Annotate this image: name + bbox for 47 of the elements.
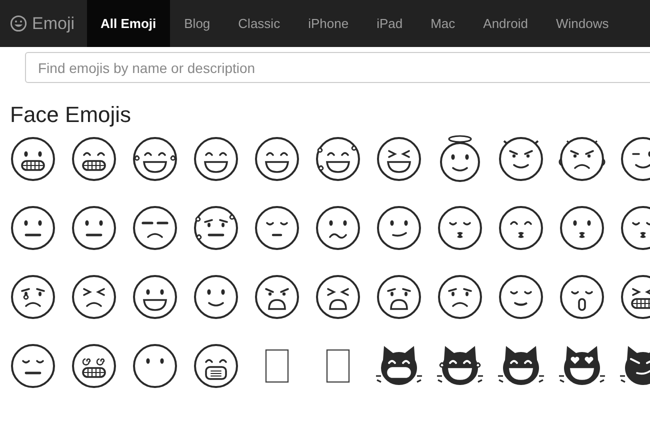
missing-glyph-icon[interactable]	[326, 349, 350, 383]
neutral-face-icon[interactable]	[9, 204, 57, 252]
tired-face-icon[interactable]	[314, 273, 362, 321]
worried-face-icon[interactable]	[192, 204, 240, 252]
nav-tab[interactable]: iPad	[362, 0, 417, 47]
horned-face-icon[interactable]	[497, 135, 545, 183]
kissing-face-icon[interactable]	[497, 204, 545, 252]
nav-tab[interactable]: All Emoji	[86, 0, 170, 47]
tears-of-joy-face-icon[interactable]	[131, 135, 179, 183]
grinning-face-icon[interactable]	[9, 135, 57, 183]
nav-tab[interactable]: Android	[469, 0, 542, 47]
pensive-face-icon[interactable]	[253, 204, 301, 252]
open-mouth-face-icon[interactable]	[131, 273, 179, 321]
nav-tab[interactable]: Mac	[416, 0, 470, 47]
kissing-face-icon[interactable]	[558, 204, 606, 252]
smirking-face-icon[interactable]	[375, 204, 423, 252]
yawning-face-icon[interactable]	[558, 273, 606, 321]
smiling-face-icon[interactable]	[192, 135, 240, 183]
nav-tab[interactable]: Blog	[170, 0, 224, 47]
search-field[interactable]: Find emojis by name or description	[25, 52, 650, 83]
dizzy-face-icon[interactable]	[70, 342, 118, 390]
nav-tab[interactable]: iPhone	[294, 0, 363, 47]
confused-face-icon[interactable]	[314, 204, 362, 252]
nav-tab[interactable]: Windows	[542, 0, 623, 47]
angry-face-icon[interactable]	[253, 273, 301, 321]
squinting-face-icon[interactable]	[70, 273, 118, 321]
smiling-face-icon[interactable]	[253, 135, 301, 183]
kissing-face-icon[interactable]	[436, 204, 484, 252]
smirking-face-icon[interactable]	[192, 273, 240, 321]
anguished-face-icon[interactable]	[375, 273, 423, 321]
horned-face-icon[interactable]	[558, 135, 606, 183]
grimacing-face-icon[interactable]	[70, 135, 118, 183]
sleeping-face-icon[interactable]	[9, 342, 57, 390]
laughing-face-icon[interactable]	[375, 135, 423, 183]
sweating-face-icon[interactable]	[314, 135, 362, 183]
no-mouth-face-icon[interactable]	[131, 342, 179, 390]
mask-face-icon[interactable]	[192, 342, 240, 390]
neutral-face-icon[interactable]	[70, 204, 118, 252]
smiley-icon	[10, 15, 27, 32]
nav-tab[interactable]: Classic	[224, 0, 294, 47]
crying-face-icon[interactable]	[9, 273, 57, 321]
section-heading: Face Emojis	[10, 101, 132, 129]
unamused-face-icon[interactable]	[131, 204, 179, 252]
missing-glyph-icon[interactable]	[265, 349, 289, 383]
logo-link[interactable]: Emoji	[0, 0, 87, 47]
worried-face-icon[interactable]	[436, 273, 484, 321]
relieved-face-icon[interactable]	[497, 273, 545, 321]
